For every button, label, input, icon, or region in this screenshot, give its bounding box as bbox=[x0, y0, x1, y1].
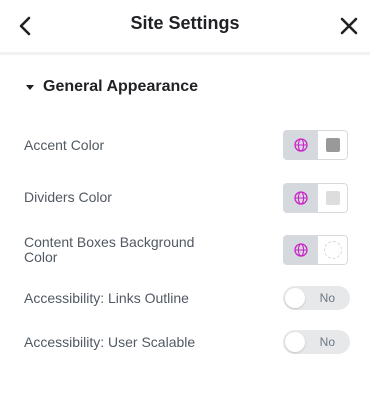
dividers-color-picker[interactable] bbox=[318, 183, 348, 213]
color-swatch bbox=[325, 138, 340, 152]
globe-icon bbox=[293, 138, 308, 152]
content-boxes-bg-picker[interactable] bbox=[318, 235, 348, 265]
content-boxes-bg-label: Content Boxes Background Color bbox=[24, 235, 194, 265]
toggle-state-text: No bbox=[319, 335, 335, 349]
accent-color-picker[interactable] bbox=[318, 130, 348, 160]
header-bar: Site Settings bbox=[0, 0, 370, 55]
accent-color-global-button[interactable] bbox=[283, 130, 318, 160]
globe-icon bbox=[293, 243, 308, 257]
content-boxes-bg-label-line2: Color bbox=[24, 249, 58, 265]
content-boxes-bg-control bbox=[283, 235, 348, 265]
dividers-color-control bbox=[283, 183, 348, 213]
links-outline-toggle[interactable]: No bbox=[283, 286, 350, 310]
page-title: Site Settings bbox=[130, 13, 240, 33]
user-scalable-toggle[interactable]: No bbox=[283, 330, 350, 354]
section-title: General Appearance bbox=[43, 78, 199, 95]
user-scalable-label: Accessibility: User Scalable bbox=[24, 334, 196, 350]
toggle-state-text: No bbox=[319, 291, 335, 305]
general-appearance-section-toggle[interactable]: General Appearance bbox=[25, 77, 198, 97]
dividers-color-global-button[interactable] bbox=[283, 183, 318, 213]
accent-color-control bbox=[283, 130, 348, 160]
close-button[interactable] bbox=[337, 14, 361, 38]
accent-color-label: Accent Color bbox=[24, 137, 105, 153]
content-boxes-bg-global-button[interactable] bbox=[283, 235, 318, 265]
color-swatch bbox=[325, 191, 340, 205]
dividers-color-label: Dividers Color bbox=[24, 189, 112, 205]
caret-down-icon bbox=[26, 85, 34, 90]
links-outline-label: Accessibility: Links Outline bbox=[24, 290, 189, 306]
toggle-knob bbox=[285, 332, 305, 352]
toggle-knob bbox=[285, 288, 305, 308]
close-icon bbox=[340, 17, 358, 35]
empty-color-swatch bbox=[323, 241, 342, 259]
globe-icon bbox=[293, 191, 308, 205]
content-boxes-bg-label-line1: Content Boxes Background bbox=[24, 234, 195, 250]
